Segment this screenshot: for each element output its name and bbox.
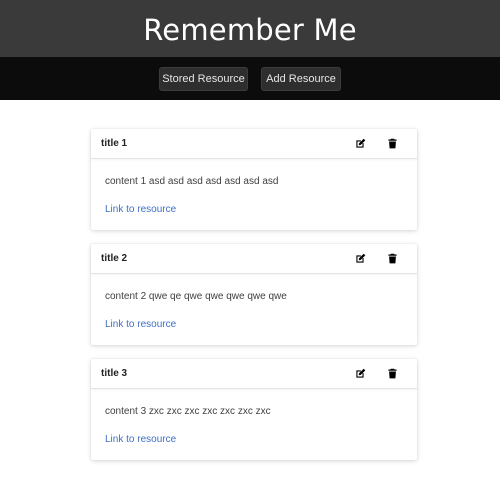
trash-icon[interactable]: [385, 367, 399, 381]
card-content: content 2 qwe qe qwe qwe qwe qwe qwe: [105, 291, 287, 302]
add-resource-button[interactable]: Add Resource: [261, 66, 341, 91]
card-title: title 3: [101, 368, 128, 379]
card-title: title 1: [101, 138, 128, 149]
nav-bar: Stored Resource Add Resource: [0, 57, 500, 100]
resource-link[interactable]: Link to resource: [105, 434, 176, 445]
card-title: title 2: [101, 253, 128, 264]
card-header: title 1: [91, 129, 417, 159]
stored-resource-button[interactable]: Stored Resource: [159, 66, 248, 91]
edit-icon[interactable]: [353, 252, 367, 266]
resource-link[interactable]: Link to resource: [105, 204, 176, 215]
edit-icon[interactable]: [353, 367, 367, 381]
resource-card: title 3 content 3 zxc zxc zxc zxc zxc zx…: [91, 359, 417, 460]
card-header: title 3: [91, 359, 417, 389]
card-content: content 1 asd asd asd asd asd asd asd: [105, 176, 279, 187]
edit-icon[interactable]: [353, 137, 367, 151]
card-body: content 3 zxc zxc zxc zxc zxc zxc zxc Li…: [91, 406, 417, 447]
card-content: content 3 zxc zxc zxc zxc zxc zxc zxc: [105, 406, 271, 417]
resource-card: title 1 content 1 asd asd asd asd asd as…: [91, 129, 417, 230]
app-title: Remember Me: [143, 12, 357, 47]
card-header: title 2: [91, 244, 417, 274]
card-body: content 2 qwe qe qwe qwe qwe qwe qwe Lin…: [91, 291, 417, 332]
trash-icon[interactable]: [385, 137, 399, 151]
resource-card: title 2 content 2 qwe qe qwe qwe qwe qwe…: [91, 244, 417, 345]
trash-icon[interactable]: [385, 252, 399, 266]
resource-link[interactable]: Link to resource: [105, 319, 176, 330]
card-body: content 1 asd asd asd asd asd asd asd Li…: [91, 176, 417, 217]
app-header: Remember Me: [0, 0, 500, 57]
